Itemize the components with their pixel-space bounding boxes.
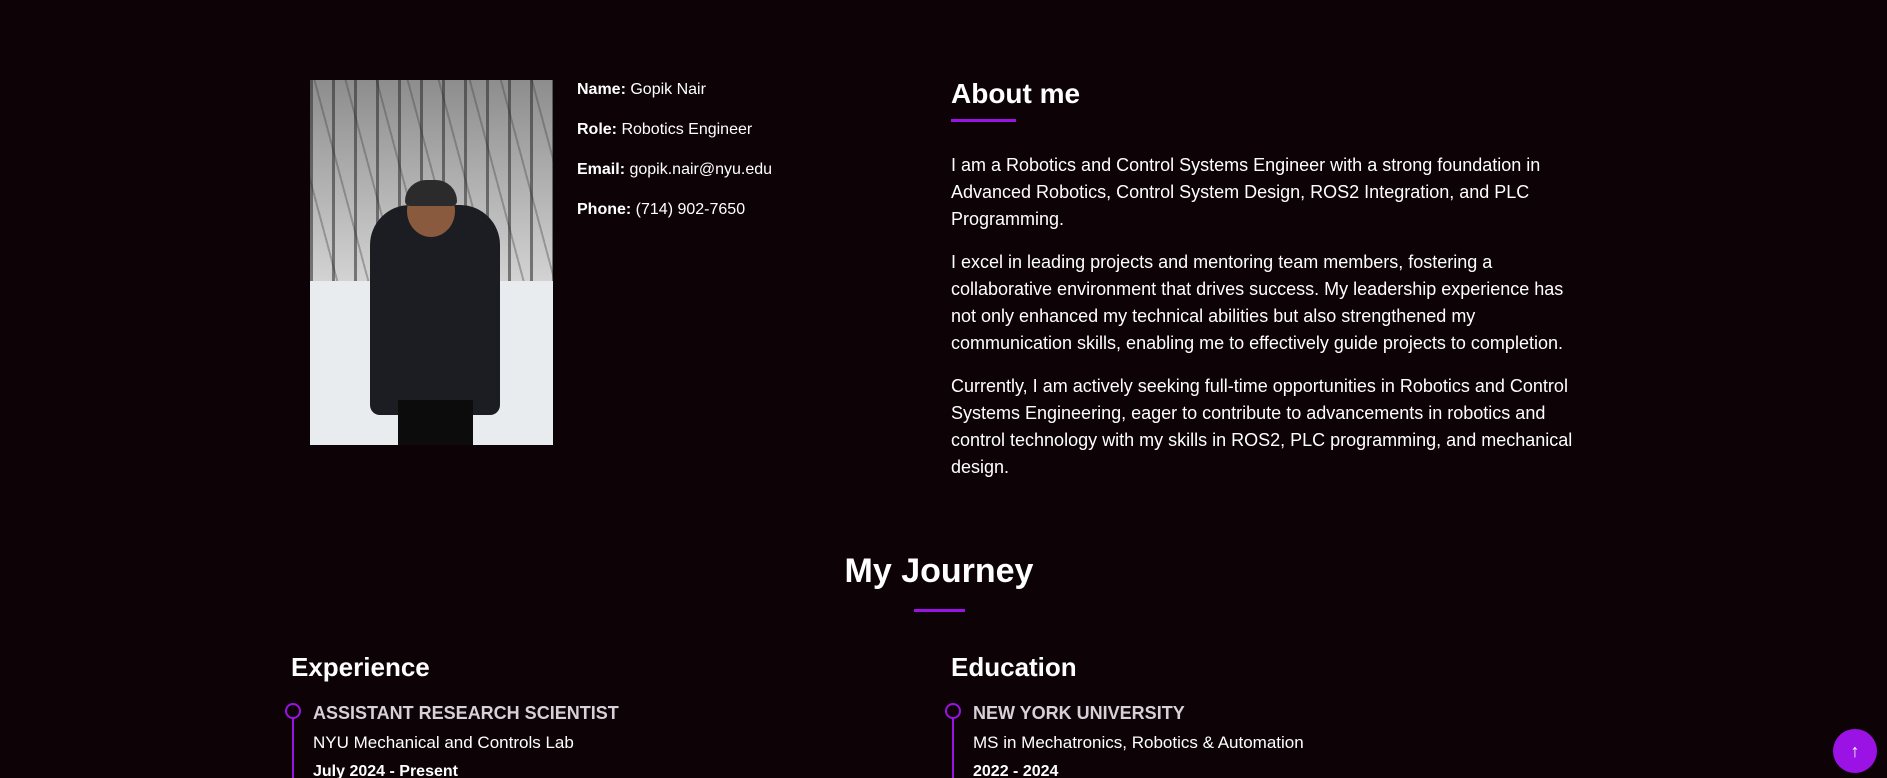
education-timeline-line bbox=[952, 710, 954, 778]
info-name-label: Name: bbox=[577, 81, 626, 98]
info-role-label: Role: bbox=[577, 121, 617, 138]
experience-title: Experience bbox=[291, 652, 430, 682]
journey-title: My Journey bbox=[844, 552, 1034, 590]
experience-item-organization: NYU Mechanical and Controls Lab bbox=[313, 733, 574, 752]
education-item-heading: NEW YORK UNIVERSITY bbox=[973, 703, 1185, 723]
info-phone-label: Phone: bbox=[577, 201, 632, 218]
experience-item-heading: ASSISTANT RESEARCH SCIENTIST bbox=[313, 703, 619, 723]
profile-photo bbox=[310, 80, 553, 445]
scroll-to-top-button[interactable]: ↑ bbox=[1833, 729, 1877, 773]
info-phone-row: Phone: (714) 902-7650 bbox=[577, 200, 772, 220]
experience-timeline-dot bbox=[285, 703, 301, 719]
photo-person-legs bbox=[398, 400, 473, 445]
journey-title-underline bbox=[914, 609, 965, 612]
info-email-label: Email: bbox=[577, 161, 626, 178]
experience-item-date: July 2024 - Present bbox=[313, 763, 458, 778]
info-email-value: gopik.nair@nyu.edu bbox=[629, 161, 773, 178]
education-item-degree: MS in Mechatronics, Robotics & Automatio… bbox=[973, 733, 1304, 752]
about-text: I am a Robotics and Control Systems Engi… bbox=[951, 152, 1581, 497]
experience-timeline-line bbox=[292, 710, 294, 778]
info-role-row: Role: Robotics Engineer bbox=[577, 120, 772, 140]
about-title: About me bbox=[951, 78, 1081, 109]
profile-info: Name: Gopik Nair Role: Robotics Engineer… bbox=[577, 80, 772, 240]
photo-person-beanie bbox=[405, 180, 457, 206]
info-email-row: Email: gopik.nair@nyu.edu bbox=[577, 160, 772, 180]
info-role-value: Robotics Engineer bbox=[621, 121, 753, 138]
info-name-value: Gopik Nair bbox=[630, 81, 706, 98]
page: Name: Gopik Nair Role: Robotics Engineer… bbox=[0, 0, 1887, 778]
education-title: Education bbox=[951, 652, 1077, 682]
info-name-row: Name: Gopik Nair bbox=[577, 80, 772, 100]
education-item-date: 2022 - 2024 bbox=[973, 763, 1059, 778]
about-paragraph-2: I excel in leading projects and mentorin… bbox=[951, 252, 1564, 353]
education-timeline-dot bbox=[945, 703, 961, 719]
about-paragraph-3: Currently, I am actively seeking full-ti… bbox=[951, 376, 1573, 477]
about-paragraph-1: I am a Robotics and Control Systems Engi… bbox=[951, 155, 1541, 229]
info-phone-value: (714) 902-7650 bbox=[635, 201, 746, 218]
arrow-up-icon: ↑ bbox=[1850, 740, 1860, 761]
experience-item: ASSISTANT RESEARCH SCIENTIST NYU Mechani… bbox=[313, 699, 619, 778]
education-item: NEW YORK UNIVERSITY MS in Mechatronics, … bbox=[973, 699, 1304, 778]
about-title-underline bbox=[951, 119, 1016, 122]
